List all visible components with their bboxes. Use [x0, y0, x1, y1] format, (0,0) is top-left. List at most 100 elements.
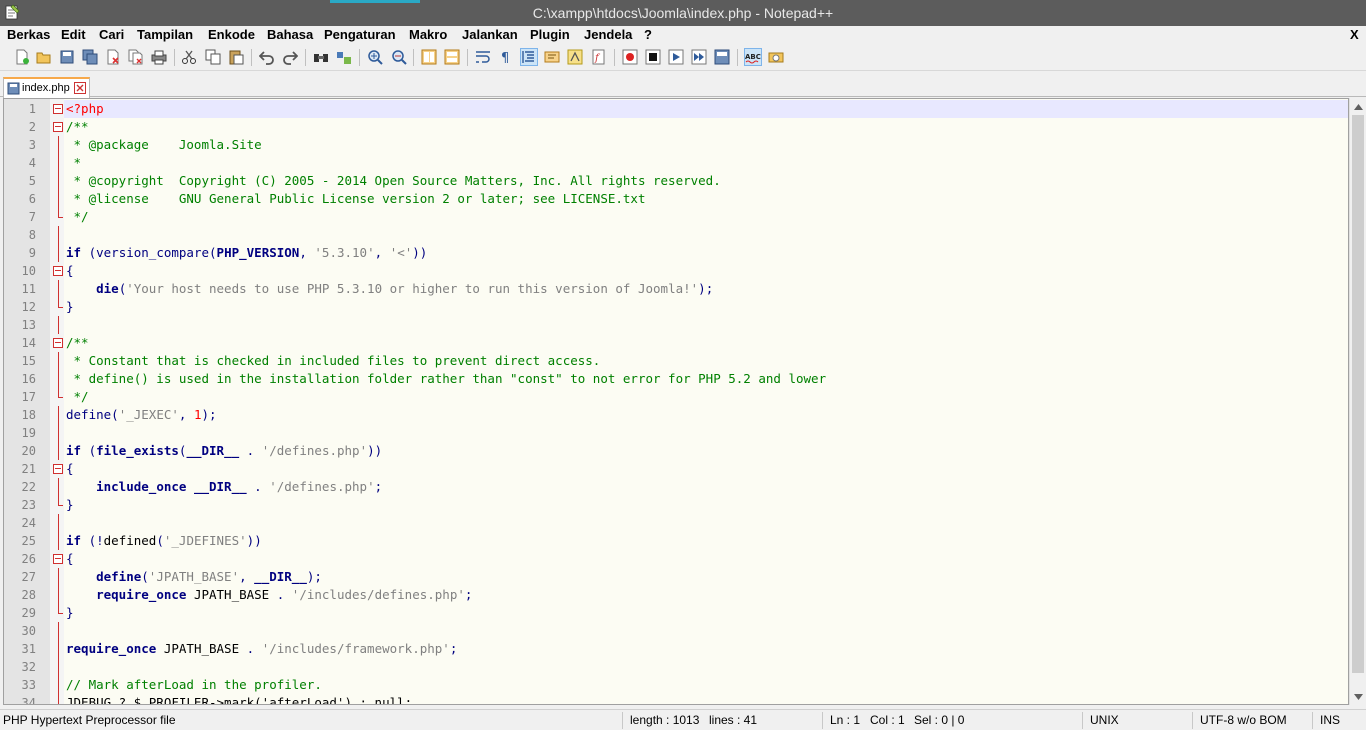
tab-close-icon[interactable]: [74, 82, 86, 94]
code-line[interactable]: 17 */: [4, 388, 1348, 406]
fold-collapse-icon[interactable]: [53, 554, 63, 564]
code-line[interactable]: 14 /**: [4, 334, 1348, 352]
new-file-icon[interactable]: [13, 48, 31, 66]
undo-icon[interactable]: [258, 48, 276, 66]
code-line[interactable]: 25 if (!defined('_JDEFINES')): [4, 532, 1348, 550]
code-line[interactable]: 21 {: [4, 460, 1348, 478]
fold-collapse-icon[interactable]: [53, 464, 63, 474]
code-line[interactable]: 15 * Constant that is checked in include…: [4, 352, 1348, 370]
function-list-icon[interactable]: f: [590, 48, 608, 66]
code-line[interactable]: 29}: [4, 604, 1348, 622]
menu-jalankan[interactable]: Jalankan: [462, 27, 518, 42]
code-line[interactable]: 27 define('JPATH_BASE', __DIR__);: [4, 568, 1348, 586]
code-line[interactable]: 33 // Mark afterLoad in the profiler.: [4, 676, 1348, 694]
code-line[interactable]: 34 JDEBUG ? $_PROFILER->mark('afterLoad')…: [4, 694, 1348, 704]
menu-help[interactable]: ?: [644, 27, 652, 42]
replace-icon[interactable]: [335, 48, 353, 66]
redo-icon[interactable]: [281, 48, 299, 66]
title-bar[interactable]: C:\xampp\htdocs\Joomla\index.php - Notep…: [0, 0, 1366, 26]
tab-index-php[interactable]: index.php: [3, 77, 90, 98]
code-line[interactable]: 32: [4, 658, 1348, 676]
code-editor[interactable]: 1 <?php 2/** 3 * @package Joomla.Site 4 * 5 *…: [3, 98, 1349, 705]
close-file-icon[interactable]: [104, 48, 122, 66]
line-number: 24: [21, 516, 36, 530]
show-all-chars-icon[interactable]: ¶: [497, 48, 515, 66]
code-line[interactable]: 12}: [4, 298, 1348, 316]
menu-berkas[interactable]: Berkas: [7, 27, 50, 42]
code-line[interactable]: 10 {: [4, 262, 1348, 280]
scrollbar-thumb[interactable]: [1352, 115, 1364, 673]
find-icon[interactable]: [312, 48, 330, 66]
code-line[interactable]: 20 if (file_exists(__DIR__ . '/defines.ph…: [4, 442, 1348, 460]
print-icon[interactable]: [150, 48, 168, 66]
open-file-icon[interactable]: [35, 48, 53, 66]
code-line[interactable]: 13: [4, 316, 1348, 334]
word-wrap-icon[interactable]: [474, 48, 492, 66]
menu-bahasa[interactable]: Bahasa: [267, 27, 313, 42]
code-line[interactable]: 24: [4, 514, 1348, 532]
menu-edit[interactable]: Edit: [61, 27, 86, 42]
close-all-icon[interactable]: [127, 48, 145, 66]
code-line[interactable]: 19: [4, 424, 1348, 442]
play-macro-icon[interactable]: [667, 48, 685, 66]
user-language-icon[interactable]: [543, 48, 561, 66]
spell-check-auto-icon[interactable]: [767, 48, 785, 66]
code-line[interactable]: 3 * @package Joomla.Site: [4, 136, 1348, 154]
zoom-in-icon[interactable]: [366, 48, 384, 66]
code-line[interactable]: 22 include_once __DIR__ . '/defines.php'…: [4, 478, 1348, 496]
vertical-scrollbar[interactable]: [1349, 98, 1366, 705]
spell-check-icon[interactable]: ABC: [744, 48, 762, 66]
fold-collapse-icon[interactable]: [53, 338, 63, 348]
menu-plugin[interactable]: Plugin: [530, 27, 570, 42]
code-line[interactable]: 2 /**: [4, 118, 1348, 136]
fold-collapse-icon[interactable]: [53, 122, 63, 132]
zoom-out-icon[interactable]: [390, 48, 408, 66]
stop-macro-icon[interactable]: [644, 48, 662, 66]
code-line[interactable]: 28 require_once JPATH_BASE . '/includes/…: [4, 586, 1348, 604]
code-line[interactable]: 1 <?php: [4, 100, 1348, 118]
svg-text:¶: ¶: [501, 51, 509, 65]
code-line[interactable]: 26 {: [4, 550, 1348, 568]
record-macro-icon[interactable]: [621, 48, 639, 66]
doc-map-icon[interactable]: [566, 48, 584, 66]
menu-cari[interactable]: Cari: [99, 27, 124, 42]
code-line[interactable]: 7 */: [4, 208, 1348, 226]
code-line[interactable]: 8: [4, 226, 1348, 244]
save-all-icon[interactable]: [81, 48, 99, 66]
menu-jendela[interactable]: Jendela: [584, 27, 632, 42]
code-token: ;: [449, 641, 458, 656]
paste-icon[interactable]: [227, 48, 245, 66]
menu-tampilan[interactable]: Tampilan: [137, 27, 193, 42]
code-line[interactable]: 31 require_once JPATH_BASE . '/includes/f…: [4, 640, 1348, 658]
code-line[interactable]: 11 die('Your host needs to use PHP 5.3.1…: [4, 280, 1348, 298]
menu-pengaturan[interactable]: Pengaturan: [324, 27, 396, 42]
code-line[interactable]: 9 if (version_compare(PHP_VERSION, '5.3.1…: [4, 244, 1348, 262]
indent-guide-icon[interactable]: [520, 48, 538, 66]
save-macro-icon[interactable]: [713, 48, 731, 66]
code-token: defined: [103, 533, 157, 548]
close-document-button[interactable]: X: [1350, 27, 1359, 42]
menu-enkode[interactable]: Enkode: [208, 27, 255, 42]
sync-horizontal-icon[interactable]: [443, 48, 461, 66]
fold-line-marker: [58, 136, 59, 154]
code-line[interactable]: 18 define('_JEXEC', 1);: [4, 406, 1348, 424]
menu-makro[interactable]: Makro: [409, 27, 447, 42]
fold-line-marker: [58, 316, 59, 334]
code-line[interactable]: 16 * define() is used in the installatio…: [4, 370, 1348, 388]
scroll-down-arrow-icon[interactable]: [1350, 688, 1366, 705]
scroll-up-arrow-icon[interactable]: [1350, 98, 1366, 115]
code-line[interactable]: 5 * @copyright Copyright (C) 2005 - 2014…: [4, 172, 1348, 190]
code-line[interactable]: 4 *: [4, 154, 1348, 172]
fold-collapse-icon[interactable]: [53, 266, 63, 276]
fold-line-marker: [58, 406, 59, 424]
fold-collapse-icon[interactable]: [53, 104, 63, 114]
code-line[interactable]: 30: [4, 622, 1348, 640]
code-line[interactable]: 23}: [4, 496, 1348, 514]
line-code: if (version_compare(PHP_VERSION, '5.3.10…: [66, 244, 427, 262]
run-macro-multiple-icon[interactable]: [690, 48, 708, 66]
sync-vertical-icon[interactable]: [420, 48, 438, 66]
code-line[interactable]: 6 * @license GNU General Public License …: [4, 190, 1348, 208]
copy-icon[interactable]: [204, 48, 222, 66]
cut-icon[interactable]: [180, 48, 198, 66]
save-icon[interactable]: [58, 48, 76, 66]
